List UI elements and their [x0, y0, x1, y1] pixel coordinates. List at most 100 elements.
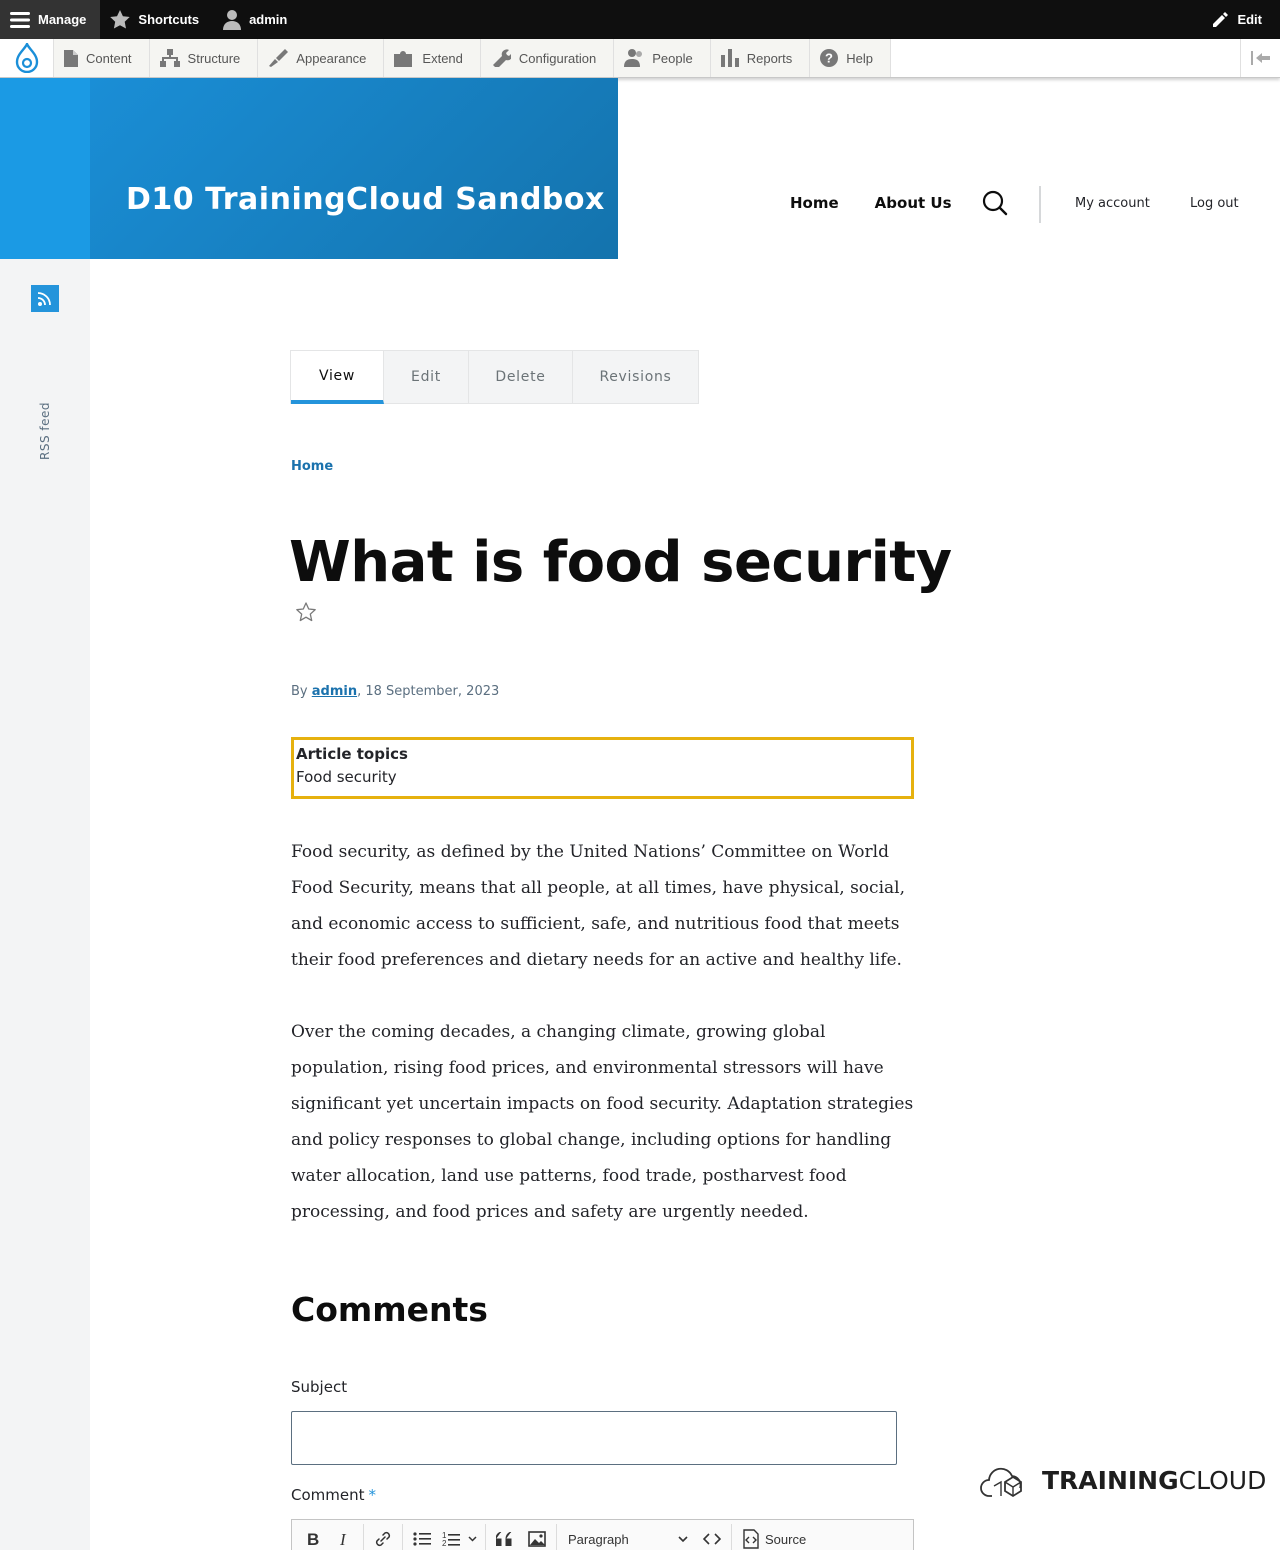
- bulleted-list-button[interactable]: [406, 1524, 438, 1550]
- nav-link-home[interactable]: Home: [790, 194, 839, 212]
- admin-tray: Content Structure Appearance Extend Conf…: [0, 39, 1280, 78]
- wordmark-light: CLOUD: [1178, 1465, 1267, 1495]
- user-icon: [223, 9, 242, 30]
- link-button[interactable]: [367, 1524, 399, 1550]
- site-name[interactable]: D10 TrainingCloud Sandbox: [126, 182, 605, 217]
- image-button[interactable]: [521, 1524, 553, 1550]
- article-byline: By admin, 18 September, 2023: [291, 684, 499, 699]
- favorite-star-button[interactable]: [295, 601, 317, 623]
- body-paragraph: Over the coming decades, a changing clim…: [291, 1022, 914, 1222]
- tab-revisions[interactable]: Revisions: [573, 351, 698, 403]
- breadcrumb-home-link[interactable]: Home: [291, 459, 333, 474]
- bold-icon: B: [307, 1531, 319, 1547]
- author-link[interactable]: admin: [312, 684, 357, 699]
- collapse-left-icon: [1250, 51, 1270, 65]
- file-icon: [64, 49, 78, 67]
- tray-item-label: Help: [846, 50, 873, 66]
- tray-item-label: Structure: [187, 50, 241, 66]
- link-icon: [375, 1531, 391, 1547]
- puzzle-icon: [394, 51, 413, 67]
- breadcrumb: Home: [291, 459, 333, 474]
- nav-link-about-us[interactable]: About Us: [875, 194, 952, 212]
- tray-item-structure[interactable]: Structure: [149, 39, 259, 77]
- tray-item-configuration[interactable]: Configuration: [480, 39, 615, 77]
- byline-by: By: [291, 684, 308, 699]
- main-navigation: Home About Us: [790, 194, 952, 212]
- tray-item-help[interactable]: ? Help: [810, 39, 891, 77]
- tray-item-reports[interactable]: Reports: [710, 39, 811, 77]
- tray-item-label: Configuration: [518, 50, 597, 66]
- tab-view[interactable]: View: [291, 351, 384, 404]
- toolbar-separator: [402, 1524, 403, 1550]
- bold-button[interactable]: B: [296, 1524, 328, 1550]
- code-icon: [703, 1533, 721, 1545]
- source-button[interactable]: Source: [735, 1529, 812, 1549]
- toolbar-separator: [363, 1524, 364, 1550]
- paintbrush-icon: [269, 49, 289, 67]
- italic-button[interactable]: I: [328, 1524, 360, 1550]
- numbered-list-icon: 12: [442, 1531, 477, 1547]
- my-account-link[interactable]: My account: [1075, 196, 1150, 211]
- bulleted-list-icon: [413, 1532, 431, 1546]
- tray-item-content[interactable]: Content: [54, 39, 150, 77]
- quote-icon: [496, 1532, 512, 1546]
- manage-button[interactable]: Manage: [0, 0, 101, 39]
- source-code-icon: [743, 1529, 759, 1549]
- rss-feed-link[interactable]: [31, 285, 59, 312]
- rss-icon: [37, 291, 51, 306]
- toolbar-separator: [731, 1524, 732, 1550]
- wordmark-bold: TRAINING: [1042, 1465, 1179, 1495]
- drupal-drop-icon: [15, 43, 38, 73]
- shortcuts-button[interactable]: Shortcuts: [100, 0, 213, 39]
- italic-icon: I: [339, 1531, 347, 1547]
- toolbar-separator: [485, 1524, 486, 1550]
- paragraph-format-value: Paragraph: [568, 1531, 629, 1547]
- tray-item-appearance[interactable]: Appearance: [258, 39, 385, 77]
- rss-feed-label[interactable]: RSS feed: [38, 400, 52, 460]
- question-icon: ?: [820, 49, 839, 67]
- trainingcloud-wordmark: TRAININGCLOUD: [1042, 1466, 1266, 1495]
- site-branding: [90, 78, 618, 259]
- user-button[interactable]: admin: [213, 0, 301, 39]
- article-topics: Article topics Food security: [291, 737, 914, 799]
- svg-text:B: B: [307, 1531, 319, 1547]
- drupal-home-link[interactable]: [0, 39, 54, 77]
- svg-text:2: 2: [442, 1539, 447, 1547]
- svg-text:I: I: [339, 1531, 347, 1547]
- article-topics-value: Food security: [296, 768, 397, 786]
- svg-text:?: ?: [825, 51, 833, 66]
- blockquote-button[interactable]: [489, 1524, 521, 1550]
- log-out-link[interactable]: Log out: [1190, 196, 1239, 211]
- subject-label: Subject: [291, 1378, 348, 1396]
- tray-item-extend[interactable]: Extend: [384, 39, 481, 77]
- edit-mode-label: Edit: [1237, 12, 1262, 27]
- shortcuts-label: Shortcuts: [138, 12, 200, 27]
- article-date: , 18 September, 2023: [357, 684, 500, 699]
- article-topics-label: Article topics: [296, 745, 408, 763]
- toolbar-separator: [556, 1524, 557, 1550]
- wrench-icon: [492, 49, 511, 67]
- source-label: Source: [765, 1531, 807, 1547]
- tab-edit[interactable]: Edit: [384, 351, 469, 403]
- search-button[interactable]: [982, 190, 1008, 216]
- hamburger-icon: [10, 11, 30, 28]
- nav-divider: [1039, 186, 1041, 223]
- subject-input[interactable]: [291, 1411, 897, 1465]
- numbered-list-button[interactable]: 12: [438, 1524, 482, 1550]
- structure-icon: [159, 49, 180, 67]
- paragraph-format-select[interactable]: Paragraph: [560, 1524, 696, 1550]
- star-outline-icon: [296, 602, 316, 622]
- user-label: admin: [249, 12, 288, 27]
- code-button[interactable]: [696, 1524, 728, 1550]
- search-icon: [982, 190, 1008, 216]
- edit-mode-button[interactable]: Edit: [1201, 0, 1280, 39]
- brand-strip: [0, 78, 90, 259]
- tab-delete[interactable]: Delete: [469, 351, 573, 403]
- trainingcloud-logo: TRAININGCLOUD: [980, 1460, 1266, 1500]
- tray-item-people[interactable]: People: [614, 39, 711, 77]
- tray-item-label: People: [652, 50, 693, 66]
- comments-heading: Comments: [291, 1290, 488, 1329]
- tray-orientation-toggle[interactable]: [1240, 39, 1280, 77]
- comment-label: Comment *: [291, 1486, 376, 1504]
- manage-label: Manage: [38, 12, 87, 27]
